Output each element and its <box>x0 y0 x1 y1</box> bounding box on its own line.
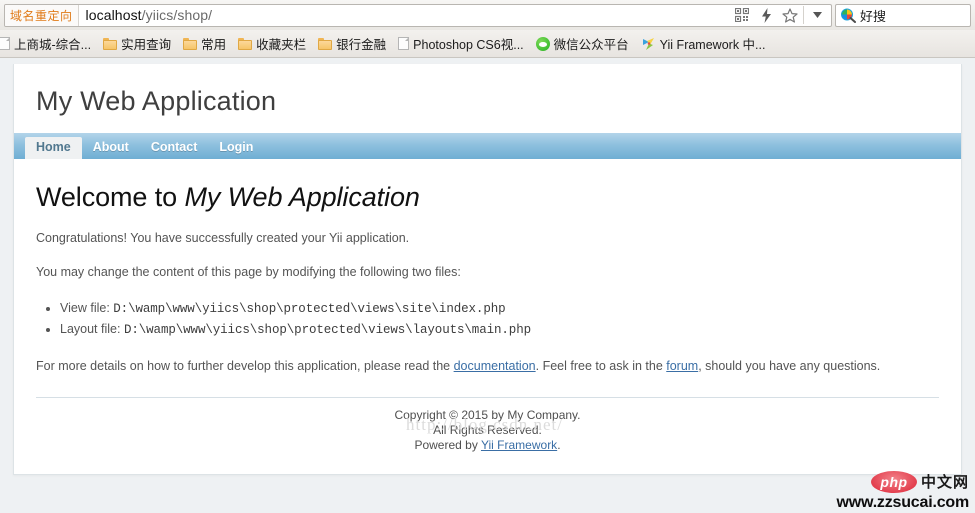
search-box[interactable]: 好搜 <box>835 3 971 27</box>
omnibox-icons <box>730 5 831 26</box>
qr-code-icon[interactable] <box>730 5 754 26</box>
bookmark-label: Photoshop CS6视... <box>413 38 524 52</box>
nav-item-login[interactable]: Login <box>208 137 264 159</box>
bookmark-item[interactable]: 上商城-综合... <box>0 33 97 55</box>
list-item: Layout file: D:\wamp\www\yiics\shop\prot… <box>60 319 939 340</box>
page-icon <box>398 37 410 50</box>
details-prefix: For more details on how to further devel… <box>36 359 454 373</box>
bookmark-label: Yii Framework 中... <box>659 38 766 52</box>
bookmark-label: 上商城-综合... <box>14 38 92 52</box>
nav-item-about[interactable]: About <box>82 137 140 159</box>
folder-icon <box>238 37 253 50</box>
nav-list: Home About Contact Login <box>25 133 264 159</box>
page-icon <box>0 37 10 50</box>
bookmark-label: 常用 <box>201 38 227 52</box>
bookmark-item[interactable]: Yii Framework 中... <box>635 33 772 55</box>
details-paragraph: For more details on how to further devel… <box>36 358 939 375</box>
files-list: View file: D:\wamp\www\yiics\shop\protec… <box>36 298 939 340</box>
change-content-paragraph: You may change the content of this page … <box>36 265 461 279</box>
nav-item-contact[interactable]: Contact <box>140 137 209 159</box>
bookmark-item[interactable]: 常用 <box>177 33 232 55</box>
page-container: My Web Application Home About Contact Lo… <box>13 64 962 475</box>
footer-rights: All Rights Reserved. <box>433 423 542 437</box>
bookmark-item[interactable]: 微信公众平台 <box>530 33 635 55</box>
bookmark-star-icon[interactable] <box>778 5 802 26</box>
bookmark-item[interactable]: Photoshop CS6视... <box>392 33 529 55</box>
bookmark-label: 收藏夹栏 <box>256 38 307 52</box>
layout-file-label: Layout file: <box>60 322 124 336</box>
bookmarks-bar: 上商城-综合... 实用查询 常用 收藏夹栏 银行金融 Photoshop CS… <box>0 30 975 58</box>
forum-link[interactable]: forum <box>666 359 698 373</box>
bookmark-label: 微信公众平台 <box>553 38 629 52</box>
bookmark-item[interactable]: 实用查询 <box>97 33 177 55</box>
footer-powered-prefix: Powered by <box>414 438 481 452</box>
domain-redirect-badge: 域名重定向 <box>5 4 79 26</box>
nav-link-home[interactable]: Home <box>25 137 82 159</box>
nav-item-home[interactable]: Home <box>25 137 82 159</box>
bookmark-item[interactable]: 银行金融 <box>312 33 392 55</box>
folder-icon <box>318 37 333 50</box>
welcome-heading-prefix: Welcome to <box>36 182 185 212</box>
main-navigation: Home About Contact Login <box>14 133 961 159</box>
footer-copyright: Copyright © 2015 by My Company. <box>394 408 581 422</box>
congrats-paragraph: Congratulations! You have successfully c… <box>36 231 410 245</box>
url-host: localhost <box>85 7 142 23</box>
yii-icon <box>641 37 656 51</box>
details-suffix: , should you have any questions. <box>698 359 881 373</box>
view-file-path: D:\wamp\www\yiics\shop\protected\views\s… <box>113 302 506 316</box>
layout-file-path: D:\wamp\www\yiics\shop\protected\views\l… <box>123 323 532 337</box>
watermark-site-url: www.zzsucai.com <box>836 494 970 511</box>
omnibox-divider <box>803 6 804 24</box>
bookmark-label: 实用查询 <box>121 38 172 52</box>
folder-icon <box>103 37 118 50</box>
nav-link-contact[interactable]: Contact <box>140 137 209 159</box>
main-content: Welcome to My Web Application Congratula… <box>14 159 961 434</box>
url-text[interactable]: localhost/yiics/shop/ <box>79 7 730 23</box>
lightning-icon[interactable] <box>754 5 778 26</box>
page-viewport: My Web Application Home About Contact Lo… <box>0 58 975 513</box>
url-path: /yiics/shop/ <box>141 7 213 23</box>
php-cn-label: 中文网 <box>920 473 969 491</box>
yii-framework-link[interactable]: Yii Framework <box>481 438 557 452</box>
nav-link-login[interactable]: Login <box>208 137 264 159</box>
search-icon <box>840 8 857 23</box>
search-engine-label: 好搜 <box>860 8 887 24</box>
browser-toolbar: 域名重定向 localhost/yiics/shop/ 好搜 <box>0 0 975 30</box>
list-item: View file: D:\wamp\www\yiics\shop\protec… <box>60 298 939 319</box>
site-footer: Copyright © 2015 by My Company. All Righ… <box>14 398 961 467</box>
footer-powered-suffix: . <box>557 438 561 452</box>
welcome-heading: Welcome to My Web Application <box>36 182 939 213</box>
documentation-link[interactable]: documentation <box>454 359 536 373</box>
bookmark-item[interactable]: 收藏夹栏 <box>232 33 312 55</box>
dropdown-arrow-icon[interactable] <box>805 5 829 26</box>
page-title: My Web Application <box>36 86 277 116</box>
browser-chrome: 域名重定向 localhost/yiics/shop/ 好搜 上商城-综合...… <box>0 0 975 58</box>
details-middle: . Feel free to ask in the <box>535 359 667 373</box>
welcome-heading-emphasis: My Web Application <box>184 182 420 212</box>
zzsucai-watermark: php 中文网 www.zzsucai.com <box>837 471 969 511</box>
address-bar[interactable]: 域名重定向 localhost/yiics/shop/ <box>4 3 832 27</box>
nav-link-about[interactable]: About <box>82 137 140 159</box>
view-file-label: View file: <box>60 301 114 315</box>
folder-icon <box>183 37 198 50</box>
site-header: My Web Application <box>14 64 961 133</box>
footer-powered: Powered by Yii Framework. <box>14 438 961 453</box>
bookmark-label: 银行金融 <box>336 38 387 52</box>
wechat-icon <box>535 36 550 51</box>
